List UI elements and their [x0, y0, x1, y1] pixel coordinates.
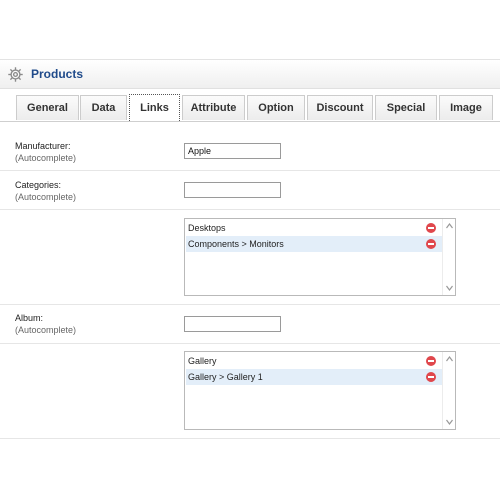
tab-discount[interactable]: Discount [307, 95, 373, 120]
row-divider [0, 209, 500, 210]
album-label: Album: (Autocomplete) [15, 312, 76, 336]
tab-image[interactable]: Image [439, 95, 493, 120]
tab-data[interactable]: Data [80, 95, 127, 120]
manufacturer-hint: (Autocomplete) [15, 153, 77, 163]
category-name: Desktops [188, 223, 226, 233]
categories-list[interactable]: Desktops Components > Monitors [184, 218, 456, 296]
categories-label: Categories: (Autocomplete) [15, 179, 76, 203]
tab-special[interactable]: Special [375, 95, 437, 120]
remove-icon[interactable] [426, 223, 436, 233]
tab-bar: General Data Links Attribute Option Disc… [0, 94, 500, 122]
row-divider [0, 343, 500, 344]
list-item[interactable]: Desktops [186, 220, 442, 236]
tab-general[interactable]: General [16, 95, 79, 120]
remove-icon[interactable] [426, 356, 436, 366]
list-item[interactable]: Gallery > Gallery 1 [186, 369, 442, 385]
tab-option[interactable]: Option [247, 95, 305, 120]
list-item[interactable]: Components > Monitors [186, 236, 442, 252]
row-divider [0, 438, 500, 439]
categories-input[interactable] [184, 182, 281, 198]
scrollbar[interactable] [442, 219, 455, 295]
remove-icon[interactable] [426, 239, 436, 249]
tab-links[interactable]: Links [129, 94, 180, 121]
scroll-up-icon[interactable] [446, 356, 453, 362]
manufacturer-input[interactable]: Apple [184, 143, 281, 159]
list-item[interactable]: Gallery [186, 353, 442, 369]
categories-label-text: Categories: [15, 180, 62, 190]
album-hint: (Autocomplete) [15, 325, 77, 335]
scroll-up-icon[interactable] [446, 223, 453, 229]
scroll-down-icon[interactable] [446, 285, 453, 291]
remove-icon[interactable] [426, 372, 436, 382]
album-list[interactable]: Gallery Gallery > Gallery 1 [184, 351, 456, 430]
row-divider [0, 304, 500, 305]
tab-attribute[interactable]: Attribute [182, 95, 245, 120]
row-divider [0, 170, 500, 171]
album-name: Gallery > Gallery 1 [188, 372, 263, 382]
scrollbar[interactable] [442, 352, 455, 429]
manufacturer-label-text: Manufacturer: [15, 141, 71, 151]
album-input[interactable] [184, 316, 281, 332]
scroll-down-icon[interactable] [446, 419, 453, 425]
gear-icon [8, 67, 23, 82]
page-title: Products [31, 67, 84, 81]
category-name: Components > Monitors [188, 239, 284, 249]
album-label-text: Album: [15, 313, 44, 323]
album-name: Gallery [188, 356, 217, 366]
categories-hint: (Autocomplete) [15, 192, 77, 202]
page-header: Products [0, 59, 500, 89]
manufacturer-label: Manufacturer: (Autocomplete) [15, 140, 76, 164]
